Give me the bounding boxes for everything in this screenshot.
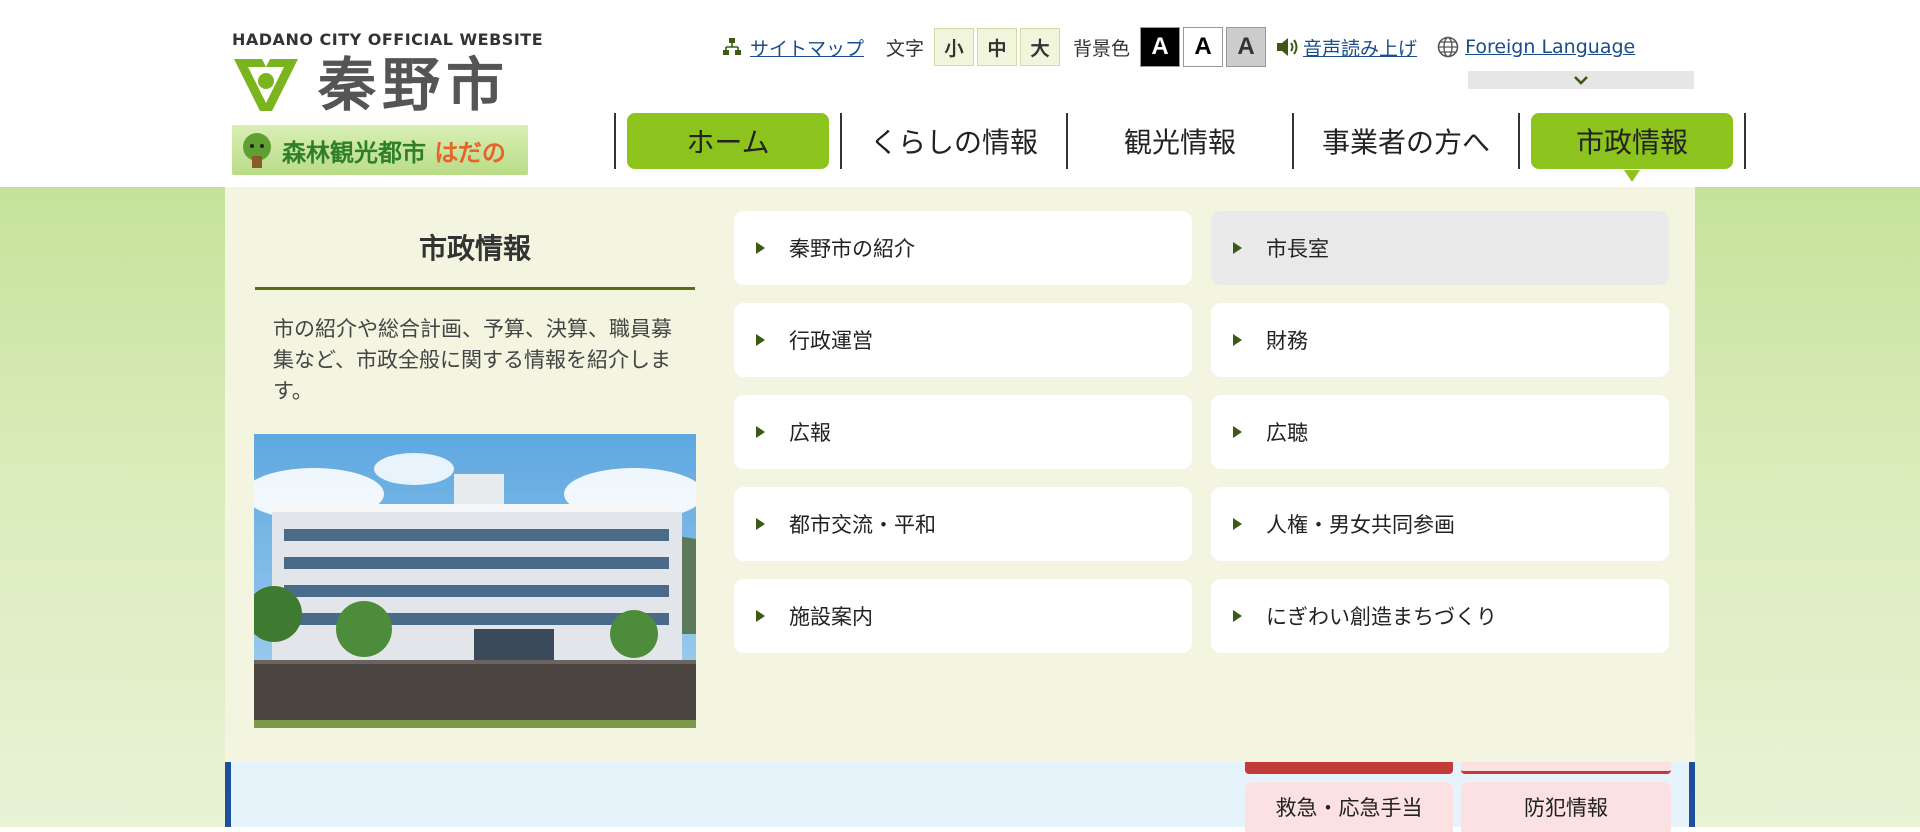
link-label: 秦野市の紹介 xyxy=(789,237,915,261)
sitemap-icon xyxy=(723,38,741,55)
nav-item-tourism[interactable]: 観光情報 xyxy=(1068,112,1292,170)
bg-color-label: 背景色 xyxy=(1073,37,1131,60)
arrow-right-icon xyxy=(756,242,765,254)
foreign-language-link[interactable]: Foreign Language xyxy=(1465,36,1635,58)
link-mayor-office[interactable]: 市長室 xyxy=(1211,211,1669,285)
read-aloud-link[interactable]: 音声読み上げ xyxy=(1303,34,1417,61)
emergency-tab-indicator xyxy=(1245,762,1453,774)
mega-menu-panel: 市政情報 市の紹介や総合計画、予算、決算、職員募集など、市政全般に関する情報を紹… xyxy=(225,187,1695,762)
link-label: 広報 xyxy=(789,421,831,445)
panel-link-grid: 秦野市の紹介 市長室 行政運営 財務 広報 広聴 都市交流・平和 人権・男女共同… xyxy=(734,211,1680,653)
site-logo[interactable]: HADANO CITY OFFICIAL WEBSITE 秦野市 森林観光都市 … xyxy=(232,30,544,175)
global-navigation: ホーム くらしの情報 観光情報 事業者の方へ 市政情報 xyxy=(614,112,1746,182)
link-exchange-peace[interactable]: 都市交流・平和 xyxy=(734,487,1192,561)
arrow-right-icon xyxy=(1233,518,1242,530)
arrow-right-icon xyxy=(1233,334,1242,346)
globe-icon xyxy=(1437,36,1459,58)
link-label: 都市交流・平和 xyxy=(789,513,936,537)
banner-highlight-text: はだの xyxy=(434,138,506,167)
utility-bar: サイトマップ 文字 小 中 大 背景色 A A A 音声読み上げ Foreign… xyxy=(722,27,1635,67)
nav-item-living[interactable]: くらしの情報 xyxy=(842,112,1066,170)
link-public-relations[interactable]: 広報 xyxy=(734,395,1192,469)
mascot-icon xyxy=(243,133,271,168)
panel-title-underline xyxy=(255,287,695,290)
logo-english-text: HADANO CITY OFFICIAL WEBSITE xyxy=(232,30,544,49)
link-label: 財務 xyxy=(1266,329,1308,353)
nav-item-city-admin[interactable]: 市政情報 xyxy=(1520,112,1744,182)
tab-emergency-first-aid[interactable]: 救急・応急手当 xyxy=(1245,782,1453,832)
bg-color-white-button[interactable]: A xyxy=(1183,27,1224,67)
font-size-medium-button[interactable]: 中 xyxy=(977,28,1018,66)
link-label: 市長室 xyxy=(1266,237,1329,261)
emergency-tab-indicator xyxy=(1461,762,1671,774)
link-administration[interactable]: 行政運営 xyxy=(734,303,1192,377)
city-hall-photo xyxy=(254,434,696,728)
link-finance[interactable]: 財務 xyxy=(1211,303,1669,377)
arrow-right-icon xyxy=(1233,426,1242,438)
link-city-introduction[interactable]: 秦野市の紹介 xyxy=(734,211,1192,285)
link-town-development[interactable]: にぎわい創造まちづくり xyxy=(1211,579,1669,653)
city-emblem-icon xyxy=(234,59,298,111)
logo-japanese-text: 秦野市 xyxy=(318,51,511,119)
arrow-right-icon xyxy=(1233,242,1242,254)
nav-item-label: 事業者の方へ xyxy=(1321,126,1490,159)
nav-item-label: くらしの情報 xyxy=(869,126,1038,159)
nav-item-label: ホーム xyxy=(627,113,829,169)
link-label: 施設案内 xyxy=(789,605,873,629)
link-human-rights[interactable]: 人権・男女共同参画 xyxy=(1211,487,1669,561)
link-label: 行政運営 xyxy=(789,329,873,353)
arrow-right-icon xyxy=(1233,610,1242,622)
forest-tourism-banner[interactable]: 森林観光都市 はだの xyxy=(232,125,528,175)
link-label: 人権・男女共同参画 xyxy=(1266,513,1455,537)
nav-item-label: 観光情報 xyxy=(1123,126,1236,159)
font-size-small-button[interactable]: 小 xyxy=(934,28,975,66)
arrow-right-icon xyxy=(756,518,765,530)
bg-color-gray-button[interactable]: A xyxy=(1226,27,1267,67)
font-size-large-button[interactable]: 大 xyxy=(1020,28,1061,66)
font-size-label: 文字 xyxy=(886,37,925,60)
language-dropdown-toggle[interactable] xyxy=(1468,71,1694,89)
tab-crime-prevention[interactable]: 防犯情報 xyxy=(1461,782,1671,832)
panel-description: 市の紹介や総合計画、予算、決算、職員募集など、市政全般に関する情報を紹介します。 xyxy=(273,317,672,403)
speaker-icon xyxy=(1277,38,1298,56)
chevron-down-icon xyxy=(1574,76,1588,85)
arrow-right-icon xyxy=(756,426,765,438)
link-label: にぎわい創造まちづくり xyxy=(1266,605,1497,629)
link-facilities[interactable]: 施設案内 xyxy=(734,579,1192,653)
arrow-right-icon xyxy=(756,610,765,622)
link-public-hearing[interactable]: 広聴 xyxy=(1211,395,1669,469)
banner-text: 森林観光都市 xyxy=(282,138,426,167)
arrow-right-icon xyxy=(756,334,765,346)
nav-item-business[interactable]: 事業者の方へ xyxy=(1294,112,1518,170)
link-label: 広聴 xyxy=(1266,421,1308,445)
nav-divider xyxy=(1744,113,1746,169)
sitemap-link[interactable]: サイトマップ xyxy=(750,34,864,61)
nav-item-label: 市政情報 xyxy=(1531,113,1733,169)
nav-item-home[interactable]: ホーム xyxy=(616,112,840,170)
bg-color-black-button[interactable]: A xyxy=(1140,27,1181,67)
active-caret-icon xyxy=(1624,170,1640,182)
panel-title: 市政情報 xyxy=(418,232,531,265)
